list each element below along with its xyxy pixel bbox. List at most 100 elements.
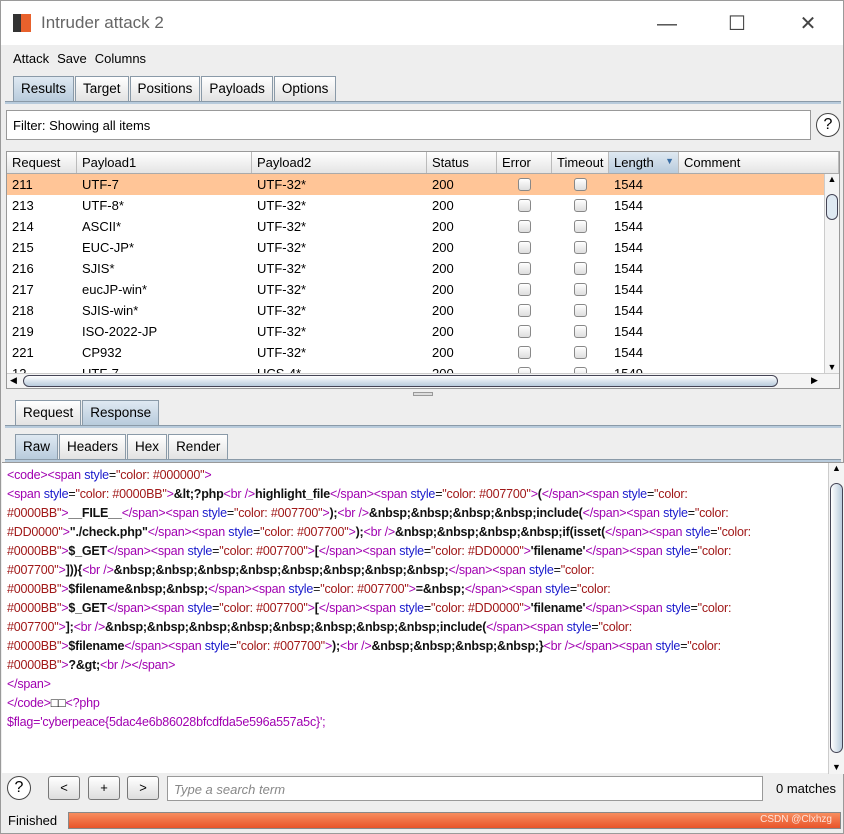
response-line: #007700">])){<br />&nbsp;&nbsp;&nbsp;&nb… xyxy=(2,561,844,580)
response-scrollbar[interactable]: ▲ ▼ xyxy=(828,463,844,774)
table-row[interactable]: 221 CP932 UTF-32* 200 1544 xyxy=(7,342,839,363)
column-header-comment[interactable]: Comment xyxy=(679,152,839,173)
checkbox[interactable] xyxy=(518,220,531,233)
table-row[interactable]: 217 eucJP-win* UTF-32* 200 1544 xyxy=(7,279,839,300)
tab-render[interactable]: Render xyxy=(168,434,229,459)
code-token: /> xyxy=(384,525,396,539)
code-token: style xyxy=(655,639,681,653)
column-header-request[interactable]: Request xyxy=(7,152,77,173)
column-header-timeout[interactable]: Timeout xyxy=(552,152,609,173)
scroll-up-icon[interactable]: ▲ xyxy=(825,174,839,184)
checkbox[interactable] xyxy=(518,199,531,212)
minimize-button[interactable]: — xyxy=(644,9,690,39)
scroll-right-icon[interactable]: ▶ xyxy=(811,375,818,386)
request-response-tabs: Request Response xyxy=(15,400,160,425)
maximize-button[interactable]: ☐ xyxy=(714,9,760,39)
checkbox[interactable] xyxy=(518,304,531,317)
scroll-thumb[interactable] xyxy=(830,483,843,753)
search-input[interactable]: Type a search term xyxy=(167,776,763,801)
cell-payload2: UTF-32* xyxy=(257,219,307,234)
checkbox[interactable] xyxy=(574,304,587,317)
cell-payload2: UTF-32* xyxy=(257,198,307,213)
tab-positions[interactable]: Positions xyxy=(129,76,201,101)
checkbox[interactable] xyxy=(574,241,587,254)
checkbox[interactable] xyxy=(574,178,587,191)
cell-length: 1544 xyxy=(614,345,643,360)
code-token: style xyxy=(685,525,711,539)
tab-options[interactable]: Options xyxy=(273,76,337,101)
code-token: <br xyxy=(82,563,101,577)
code-token: /></span><span xyxy=(564,639,653,653)
column-header-length[interactable]: Length ▼ xyxy=(609,152,679,173)
help-icon[interactable]: ? xyxy=(816,113,840,137)
table-row[interactable]: 215 EUC-JP* UTF-32* 200 1544 xyxy=(7,237,839,258)
code-token: "color: xyxy=(576,582,614,596)
close-button[interactable]: ✕ xyxy=(785,9,831,39)
tab-request[interactable]: Request xyxy=(15,400,82,425)
scroll-left-icon[interactable]: ◀ xyxy=(10,375,17,386)
column-header-error[interactable]: Error xyxy=(497,152,552,173)
code-token: </span><span xyxy=(464,582,542,596)
code-token: 'filename' xyxy=(530,601,586,615)
table-vertical-scrollbar[interactable]: ▲ ▼ xyxy=(824,174,839,374)
checkbox[interactable] xyxy=(574,220,587,233)
results-table: Request Payload1 Payload2 Status Error Timeou… xyxy=(6,151,840,389)
code-token: = xyxy=(687,506,695,520)
tab-raw[interactable]: Raw xyxy=(15,434,59,459)
scroll-up-icon[interactable]: ▲ xyxy=(829,463,844,473)
scroll-thumb[interactable] xyxy=(826,194,838,220)
cell-payload1: UTF-7 xyxy=(82,177,119,192)
code-token: > xyxy=(307,601,315,615)
next-match-button[interactable]: > xyxy=(127,776,159,800)
splitter-handle[interactable] xyxy=(413,392,433,396)
code-token: style xyxy=(84,468,109,482)
menu-save[interactable]: Save xyxy=(57,51,87,66)
filter-bar[interactable]: Filter: Showing all items xyxy=(6,110,811,140)
code-token: "color: #007700" xyxy=(219,544,308,558)
column-header-status[interactable]: Status xyxy=(427,152,497,173)
checkbox[interactable] xyxy=(518,346,531,359)
code-token: style xyxy=(399,544,424,558)
checkbox[interactable] xyxy=(574,262,587,275)
checkbox[interactable] xyxy=(518,325,531,338)
previous-match-button[interactable]: < xyxy=(48,776,80,800)
response-line: #0000BB">__FILE__</span><span style="col… xyxy=(2,504,844,523)
menu-columns[interactable]: Columns xyxy=(95,51,146,66)
checkbox[interactable] xyxy=(574,283,587,296)
tab-hex[interactable]: Hex xyxy=(127,434,168,459)
table-horizontal-scrollbar[interactable]: ◀ ▶ xyxy=(7,373,839,388)
column-header-payload2[interactable]: Payload2 xyxy=(252,152,427,173)
response-raw-view[interactable]: <code><span style="color: #000000"> <span… xyxy=(2,462,844,774)
column-header-payload1[interactable]: Payload1 xyxy=(77,152,252,173)
column-label: Request xyxy=(12,155,61,170)
table-row[interactable]: 211 UTF-7 UTF-32* 200 1544 xyxy=(7,174,839,195)
checkbox[interactable] xyxy=(518,283,531,296)
add-button[interactable]: + xyxy=(88,776,120,800)
table-row[interactable]: 216 SJIS* UTF-32* 200 1544 xyxy=(7,258,839,279)
checkbox[interactable] xyxy=(518,241,531,254)
tab-payloads[interactable]: Payloads xyxy=(201,76,273,101)
checkbox[interactable] xyxy=(518,178,531,191)
scroll-thumb[interactable] xyxy=(23,375,778,387)
checkbox[interactable] xyxy=(574,199,587,212)
scroll-down-icon[interactable]: ▼ xyxy=(825,362,839,372)
checkbox[interactable] xyxy=(518,262,531,275)
tab-target[interactable]: Target xyxy=(75,76,129,101)
checkbox[interactable] xyxy=(574,346,587,359)
code-token: style xyxy=(43,487,69,501)
checkbox[interactable] xyxy=(574,325,587,338)
table-row[interactable]: 218 SJIS-win* UTF-32* 200 1544 xyxy=(7,300,839,321)
scroll-down-icon[interactable]: ▼ xyxy=(829,762,844,772)
tab-results[interactable]: Results xyxy=(13,76,75,101)
table-row[interactable]: 214 ASCII* UTF-32* 200 1544 xyxy=(7,216,839,237)
table-row[interactable]: 213 UTF-8* UTF-32* 200 1544 xyxy=(7,195,839,216)
code-token: </span><span xyxy=(124,639,202,653)
menu-attack[interactable]: Attack xyxy=(13,51,49,66)
response-line: #0000BB">$_GET</span><span style="color:… xyxy=(2,599,844,618)
help-icon[interactable]: ? xyxy=(7,776,31,800)
code-token: #0000BB" xyxy=(7,582,62,596)
tab-response[interactable]: Response xyxy=(82,400,160,425)
table-row[interactable]: 219 ISO-2022-JP UTF-32* 200 1544 xyxy=(7,321,839,342)
code-token: "color: #000000" xyxy=(116,468,205,482)
tab-headers[interactable]: Headers xyxy=(59,434,127,459)
